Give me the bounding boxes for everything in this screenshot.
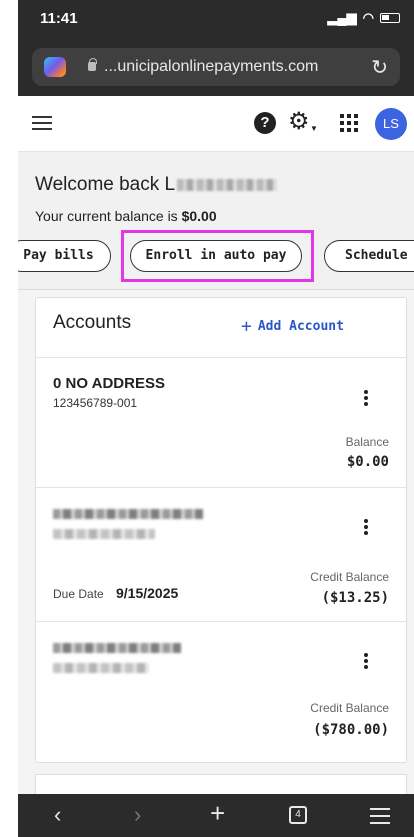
plus-icon: + [241, 316, 252, 337]
redacted-account-name [53, 509, 203, 519]
app-header: ? ⚙ ▼ LS [18, 96, 414, 152]
browser-logo-icon[interactable] [44, 57, 66, 77]
schedule-button[interactable]: Schedule [324, 240, 414, 272]
current-balance: Your current balance is $0.00 [35, 208, 217, 224]
caret-down-icon[interactable]: ▼ [310, 124, 318, 133]
add-account-label: Add Account [257, 319, 344, 334]
avatar[interactable]: LS [375, 108, 407, 140]
account-number: 123456789-001 [53, 396, 138, 410]
menu-icon[interactable] [32, 116, 52, 130]
accounts-card: Accounts + Add Account 0 NO ADDRESS 12345… [35, 297, 407, 763]
status-time: 11:41 [40, 10, 78, 27]
due-date-label: Due Date [53, 587, 104, 601]
welcome-greeting: Welcome back L [35, 174, 176, 195]
redacted-account-number [53, 529, 155, 539]
credit-balance-amount: ($13.25) [321, 590, 389, 606]
signal-icon: ▂▄▆ [327, 10, 357, 25]
accounts-title: Accounts [53, 312, 132, 333]
more-options-icon[interactable] [364, 390, 368, 406]
tab-count-button[interactable]: 4 [289, 806, 307, 824]
forward-icon[interactable]: › [134, 802, 141, 828]
credit-balance-label: Credit Balance [310, 701, 389, 715]
more-options-icon[interactable] [364, 519, 368, 535]
redacted-account-name [53, 643, 181, 653]
divider [36, 357, 406, 358]
balance-label: Balance [345, 435, 389, 449]
highlight-annotation [121, 230, 314, 282]
status-bar: 11:41 ▂▄▆ ◠ [18, 0, 414, 38]
status-icons: ▂▄▆ ◠ [327, 10, 400, 26]
url-text[interactable]: ...unicipalonlinepayments.com [104, 58, 318, 76]
divider [36, 621, 406, 622]
balance-prefix: Your current balance is [35, 208, 182, 224]
more-options-icon[interactable] [364, 653, 368, 669]
browser-menu-icon[interactable] [370, 808, 390, 829]
wifi-icon: ◠ [362, 10, 374, 25]
apps-grid-icon[interactable] [340, 114, 358, 132]
add-account-button[interactable]: + Add Account [241, 316, 344, 337]
battery-icon [380, 13, 400, 23]
browser-bottom-bar: ‹ › + 4 [18, 794, 414, 837]
welcome-message: Welcome back L [35, 174, 278, 196]
help-icon[interactable]: ? [254, 112, 276, 134]
gear-icon[interactable]: ⚙ [288, 108, 310, 136]
account-name: 0 NO ADDRESS [53, 375, 165, 392]
credit-balance-amount: ($780.00) [313, 722, 389, 738]
balance-amount: $0.00 [346, 454, 389, 470]
divider [36, 487, 406, 488]
pay-bills-button[interactable]: Pay bills [18, 240, 111, 272]
redacted-name [177, 178, 278, 191]
back-icon[interactable]: ‹ [54, 802, 61, 828]
browser-toolbar: ...unicipalonlinepayments.com ↻ [18, 38, 414, 96]
balance-value: $0.00 [181, 208, 217, 224]
phone-screen: 11:41 ▂▄▆ ◠ ...unicipalonlinepayments.co… [18, 0, 414, 837]
new-tab-icon[interactable]: + [210, 798, 225, 829]
address-bar[interactable]: ...unicipalonlinepayments.com ↻ [32, 48, 400, 86]
redacted-account-number [53, 663, 149, 673]
credit-balance-label: Credit Balance [310, 570, 389, 584]
lock-icon [88, 58, 97, 71]
welcome-panel: Welcome back L Your current balance is $… [18, 152, 414, 290]
reload-icon[interactable]: ↻ [371, 55, 388, 80]
due-date-value: 9/15/2025 [116, 585, 179, 601]
